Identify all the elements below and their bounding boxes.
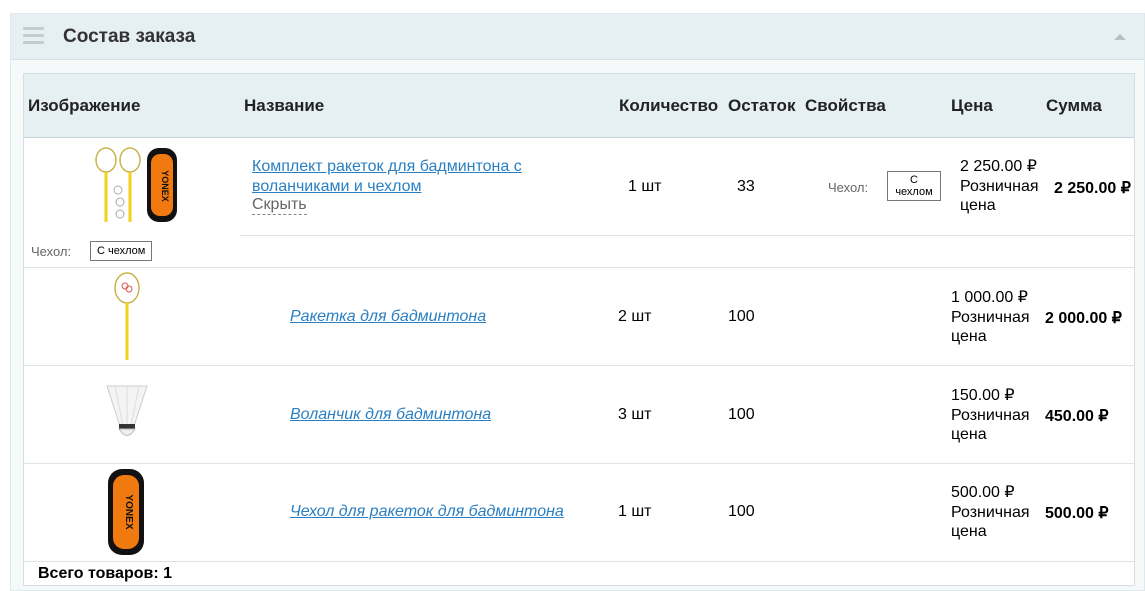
- image-property-label: Чехол:: [31, 244, 72, 259]
- set-product-image: YONEX: [95, 147, 177, 222]
- component-sum: 450.00 ₽: [1045, 408, 1109, 425]
- component-sum: 500.00 ₽: [1045, 505, 1109, 522]
- component-price-value: 1 000.00 ₽: [951, 289, 1028, 306]
- shuttlecock-image: [106, 385, 148, 436]
- set-property-value: С чехлом: [887, 171, 941, 201]
- component-name-link[interactable]: Чехол для ракеток для бадминтона: [290, 503, 564, 521]
- row-divider: [24, 267, 1134, 268]
- component-stock: 100: [728, 406, 755, 423]
- panel-header: Состав заказа: [11, 14, 1144, 60]
- component-price-type: Розничная цена: [951, 503, 1030, 541]
- component-price: 150.00 ₽ Розничная цена: [951, 386, 1033, 445]
- set-price-type: Розничная цена: [960, 177, 1039, 215]
- column-header-quantity: Количество: [619, 96, 719, 115]
- drag-handle-icon[interactable]: [23, 27, 44, 45]
- component-price-type: Розничная цена: [951, 308, 1030, 346]
- component-name-link[interactable]: Ракетка для бадминтона: [290, 308, 486, 326]
- component-price-type: Розничная цена: [951, 406, 1030, 444]
- total-items-count: Всего товаров: 1: [38, 565, 172, 582]
- column-header-name: Название: [244, 96, 325, 115]
- set-price-value: 2 250.00 ₽: [960, 158, 1037, 175]
- collapse-arrow-icon[interactable]: [1114, 34, 1126, 40]
- row-divider: [240, 235, 1134, 236]
- table-header: Изображение Название Количество Остаток …: [24, 74, 1134, 138]
- svg-text:YONEX: YONEX: [123, 494, 134, 529]
- order-items-table: Изображение Название Количество Остаток …: [23, 73, 1135, 586]
- component-name-link[interactable]: Воланчик для бадминтона: [290, 406, 491, 424]
- racket-image: [114, 272, 140, 360]
- row-divider: [24, 463, 1134, 464]
- component-quantity: 1 шт: [618, 503, 652, 520]
- panel-title: Состав заказа: [63, 26, 196, 47]
- column-header-image: Изображение: [28, 96, 141, 115]
- hide-components-link[interactable]: Скрыть: [252, 196, 307, 215]
- set-price: 2 250.00 ₽ Розничная цена: [960, 157, 1042, 216]
- column-header-properties: Свойства: [805, 96, 886, 115]
- row-divider: [24, 561, 1134, 562]
- component-price-value: 150.00 ₽: [951, 387, 1015, 404]
- set-product-name-link[interactable]: Комплект ракеток для бадминтона с воланч…: [252, 157, 542, 197]
- component-quantity: 2 шт: [618, 308, 652, 325]
- set-sum: 2 250.00 ₽: [1054, 180, 1131, 197]
- component-price: 500.00 ₽ Розничная цена: [951, 483, 1033, 542]
- column-header-stock: Остаток: [728, 96, 796, 115]
- component-stock: 100: [728, 503, 755, 520]
- set-stock: 33: [737, 178, 755, 195]
- column-header-sum: Сумма: [1046, 96, 1102, 115]
- component-stock: 100: [728, 308, 755, 325]
- order-composition-panel: Состав заказа Изображение Название Колич…: [10, 13, 1145, 591]
- component-quantity: 3 шт: [618, 406, 652, 423]
- component-price: 1 000.00 ₽ Розничная цена: [951, 288, 1033, 347]
- racket-bag-image: YONEX: [108, 469, 144, 555]
- set-property-label: Чехол:: [828, 180, 869, 195]
- image-property-value: С чехлом: [90, 241, 153, 261]
- set-quantity: 1 шт: [628, 178, 662, 195]
- component-sum: 2 000.00 ₽: [1045, 310, 1122, 327]
- column-header-price: Цена: [951, 96, 993, 115]
- row-divider: [24, 365, 1134, 366]
- component-price-value: 500.00 ₽: [951, 484, 1015, 501]
- svg-text:YONEX: YONEX: [160, 170, 170, 202]
